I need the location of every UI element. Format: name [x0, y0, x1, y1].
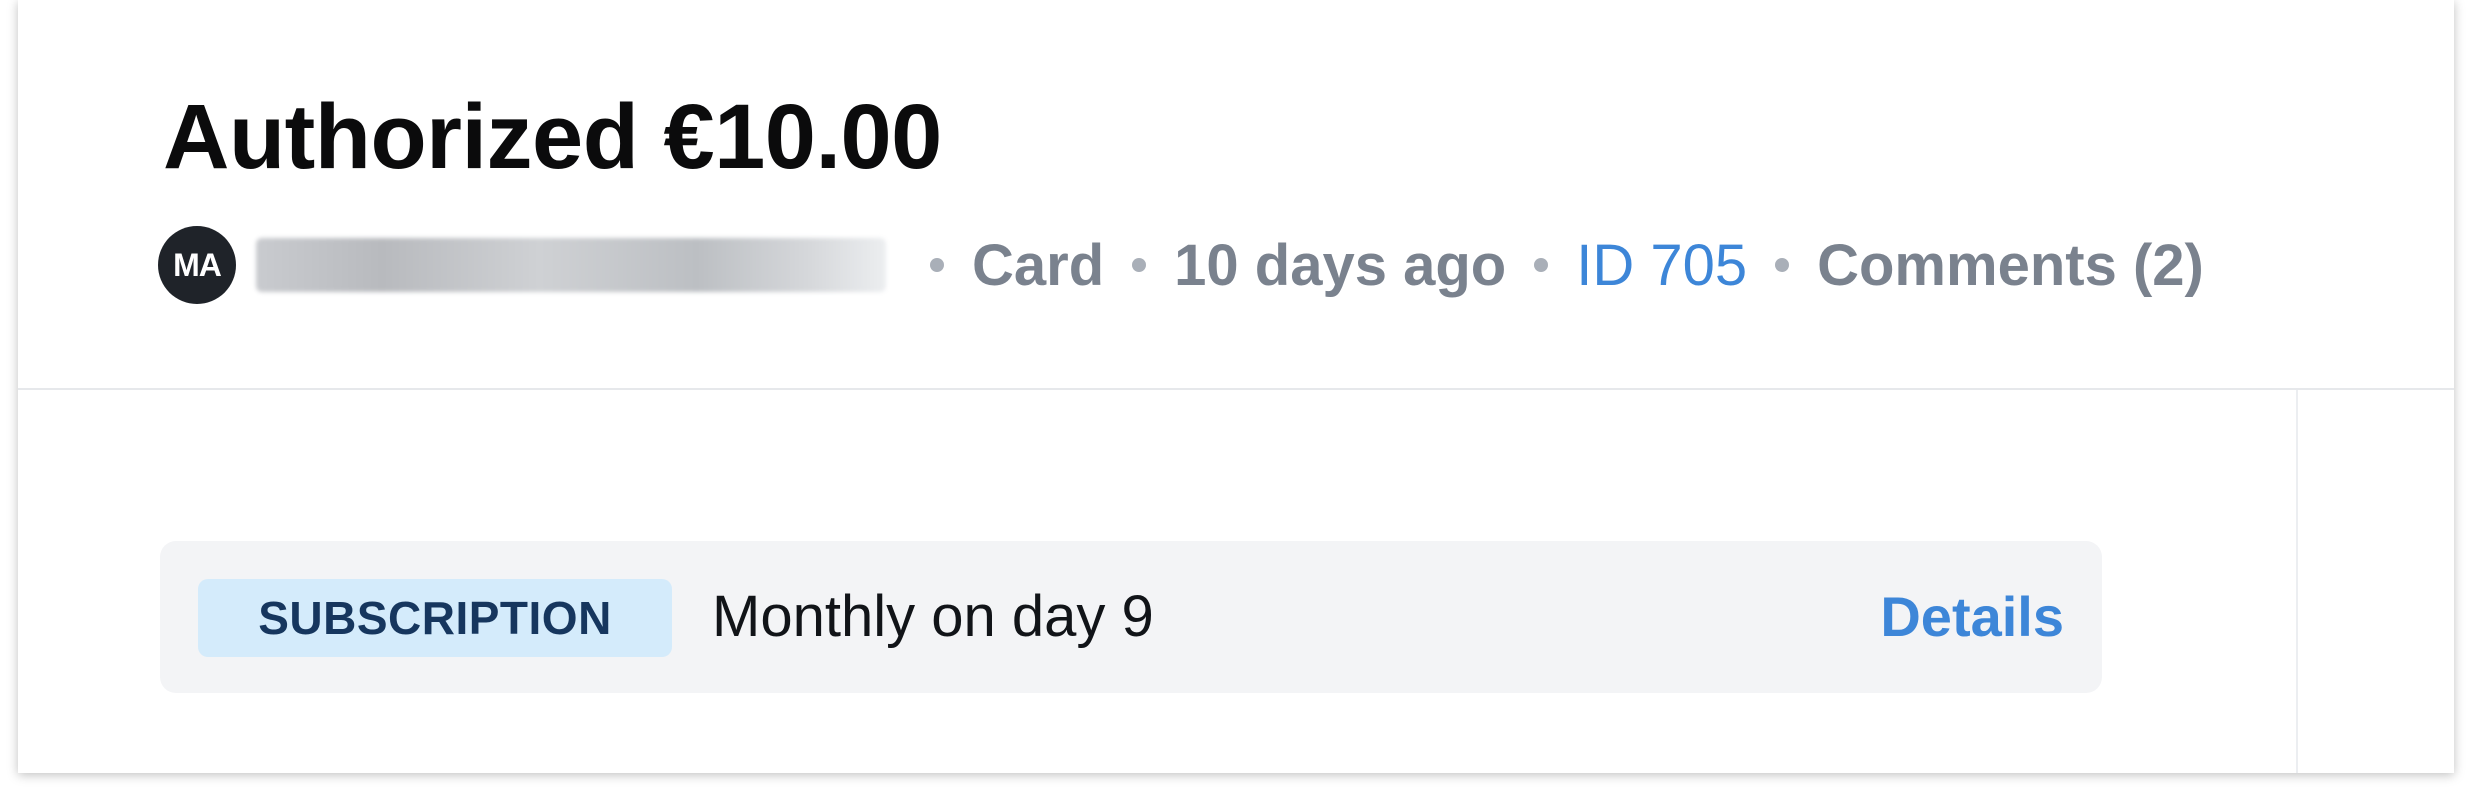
separator-dot [1132, 258, 1147, 272]
side-panel-divider [2296, 390, 2298, 773]
transaction-card: Authorized €10.00 MA Card 10 days ago ID… [18, 0, 2454, 773]
separator-dot [1775, 258, 1790, 272]
separator-dot [930, 258, 944, 272]
redacted-customer-name[interactable] [256, 238, 886, 292]
subscription-badge: SUBSCRIPTION [198, 579, 672, 657]
details-link[interactable]: Details [1880, 577, 2064, 657]
comments-link[interactable]: Comments (2) [1817, 232, 2204, 299]
page-title: Authorized €10.00 [163, 86, 942, 188]
transaction-meta-row: MA Card 10 days ago ID 705 Comments (2) [158, 225, 2204, 305]
subscription-schedule: Monthly on day 9 [712, 584, 1154, 649]
transaction-id-link[interactable]: ID 705 [1576, 232, 1747, 299]
subscription-panel: SUBSCRIPTION Monthly on day 9 Details [160, 541, 2102, 693]
timestamp-label: 10 days ago [1174, 232, 1507, 298]
payment-method-label: Card [972, 232, 1105, 298]
avatar[interactable]: MA [158, 226, 236, 304]
transaction-header: Authorized €10.00 MA Card 10 days ago ID… [18, 0, 2454, 390]
separator-dot [1534, 258, 1549, 272]
